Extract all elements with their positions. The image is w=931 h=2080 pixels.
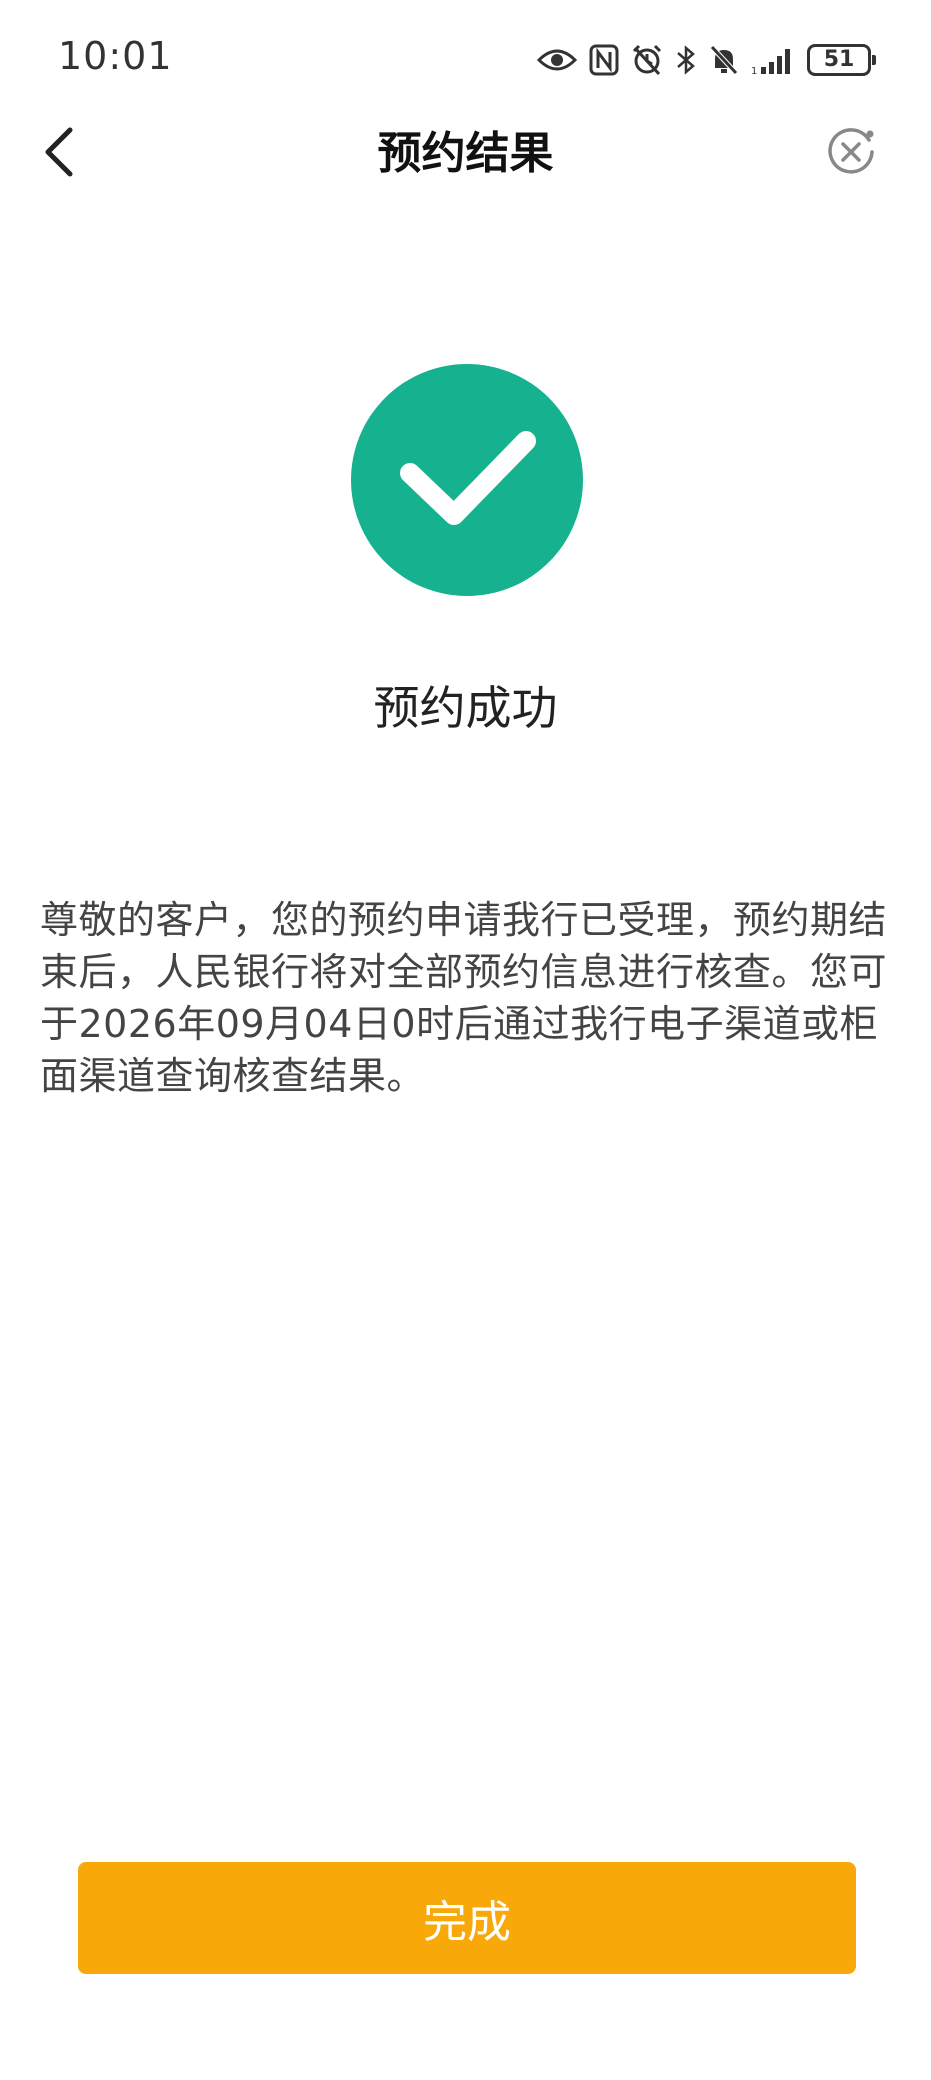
status-icons: 1 51 <box>537 38 876 82</box>
nfc-icon <box>589 44 619 76</box>
result-title: 预约成功 <box>373 681 558 735</box>
close-button[interactable] <box>819 122 883 186</box>
svg-text:1: 1 <box>751 66 757 75</box>
close-circle-icon <box>825 126 877 182</box>
battery-level: 51 <box>823 47 855 72</box>
success-badge <box>351 364 583 596</box>
status-time: 10:01 <box>58 34 173 78</box>
battery-icon: 51 <box>807 44 876 76</box>
done-button[interactable]: 完成 <box>78 1862 856 1974</box>
page-title: 预约结果 <box>377 128 554 179</box>
bluetooth-icon <box>675 44 697 76</box>
check-icon <box>392 423 542 537</box>
eye-icon <box>537 46 577 74</box>
result-message: 尊敬的客户，您的预约申请我行已受理，预约期结束后，人民银行将对全部预约信息进行核… <box>40 898 888 1098</box>
status-bar: 10:01 1 51 <box>0 0 931 120</box>
mute-icon <box>709 44 739 76</box>
signal-icon: 1 <box>751 45 795 75</box>
nav-bar: 预约结果 <box>0 110 931 200</box>
alarm-icon <box>631 44 663 76</box>
